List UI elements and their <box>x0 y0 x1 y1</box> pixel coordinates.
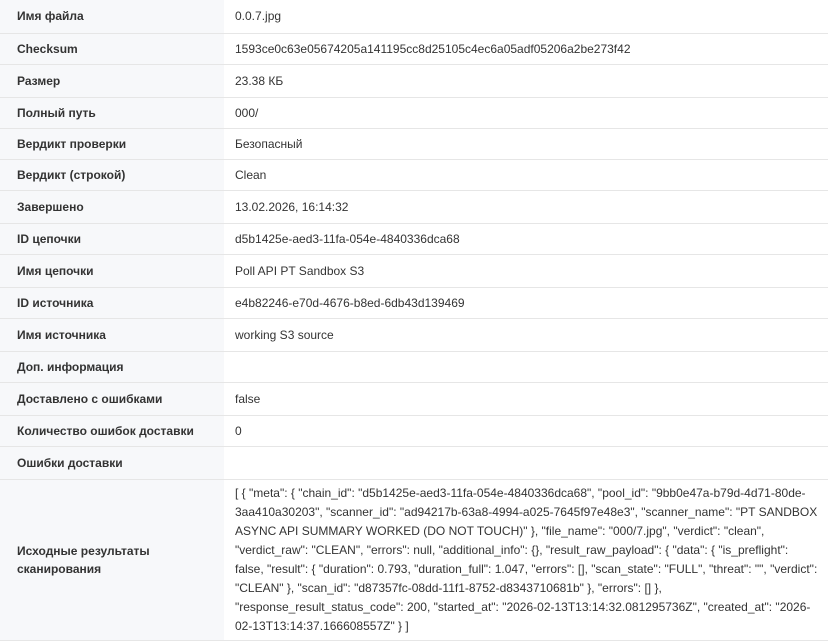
row-label: Завершено <box>0 190 224 224</box>
row-value: 000/ <box>224 97 828 129</box>
row-value: Clean <box>224 159 828 191</box>
row-value: Poll API PT Sandbox S3 <box>224 254 828 288</box>
row-value: 0.0.7.jpg <box>224 0 828 34</box>
row-chain-name: Имя цепочки Poll API PT Sandbox S3 <box>0 254 828 288</box>
row-value: 23.38 КБ <box>224 64 828 98</box>
row-label: Ошибки доставки <box>0 446 224 480</box>
row-value-raw-json: [ { "meta": { "chain_id": "d5b1425e-aed3… <box>224 479 828 641</box>
row-delivered-with-errors: Доставлено с ошибками false <box>0 382 828 416</box>
row-label: Размер <box>0 64 224 98</box>
row-label: Имя файла <box>0 0 224 34</box>
row-label: Вердикт проверки <box>0 128 224 160</box>
row-file-name: Имя файла 0.0.7.jpg <box>0 0 828 34</box>
file-details-table: Имя файла 0.0.7.jpg Checksum 1593ce0c63e… <box>0 0 828 641</box>
row-value <box>224 351 828 383</box>
row-delivery-errors: Ошибки доставки <box>0 446 828 480</box>
row-value: Безопасный <box>224 128 828 160</box>
row-label: Полный путь <box>0 97 224 129</box>
row-verdict-string: Вердикт (строкой) Clean <box>0 159 828 191</box>
row-value: 13.02.2026, 16:14:32 <box>224 190 828 224</box>
row-value: 0 <box>224 415 828 447</box>
row-label: Checksum <box>0 33 224 65</box>
row-raw-scan-results: Исходные результаты сканирования [ { "me… <box>0 479 828 641</box>
row-value: e4b82246-e70d-4676-b8ed-6db43d139469 <box>224 287 828 319</box>
row-label: ID источника <box>0 287 224 319</box>
row-full-path: Полный путь 000/ <box>0 97 828 129</box>
row-label: Имя цепочки <box>0 254 224 288</box>
row-value: working S3 source <box>224 318 828 352</box>
row-completed: Завершено 13.02.2026, 16:14:32 <box>0 190 828 224</box>
row-value: false <box>224 382 828 416</box>
row-label: Вердикт (строкой) <box>0 159 224 191</box>
row-chain-id: ID цепочки d5b1425e-aed3-11fa-054e-48403… <box>0 223 828 255</box>
row-size: Размер 23.38 КБ <box>0 64 828 98</box>
row-label: Имя источника <box>0 318 224 352</box>
row-value <box>224 446 828 480</box>
row-label: ID цепочки <box>0 223 224 255</box>
row-check-verdict: Вердикт проверки Безопасный <box>0 128 828 160</box>
row-source-name: Имя источника working S3 source <box>0 318 828 352</box>
row-value: 1593ce0c63e05674205a141195cc8d25105c4ec6… <box>224 33 828 65</box>
row-delivery-error-count: Количество ошибок доставки 0 <box>0 415 828 447</box>
row-additional-info: Доп. информация <box>0 351 828 383</box>
row-label: Исходные результаты сканирования <box>0 479 224 641</box>
row-label: Доставлено с ошибками <box>0 382 224 416</box>
row-value: d5b1425e-aed3-11fa-054e-4840336dca68 <box>224 223 828 255</box>
row-source-id: ID источника e4b82246-e70d-4676-b8ed-6db… <box>0 287 828 319</box>
row-checksum: Checksum 1593ce0c63e05674205a141195cc8d2… <box>0 33 828 65</box>
row-label: Доп. информация <box>0 351 224 383</box>
file-details-panel: Имя файла 0.0.7.jpg Checksum 1593ce0c63e… <box>0 0 828 641</box>
row-label: Количество ошибок доставки <box>0 415 224 447</box>
